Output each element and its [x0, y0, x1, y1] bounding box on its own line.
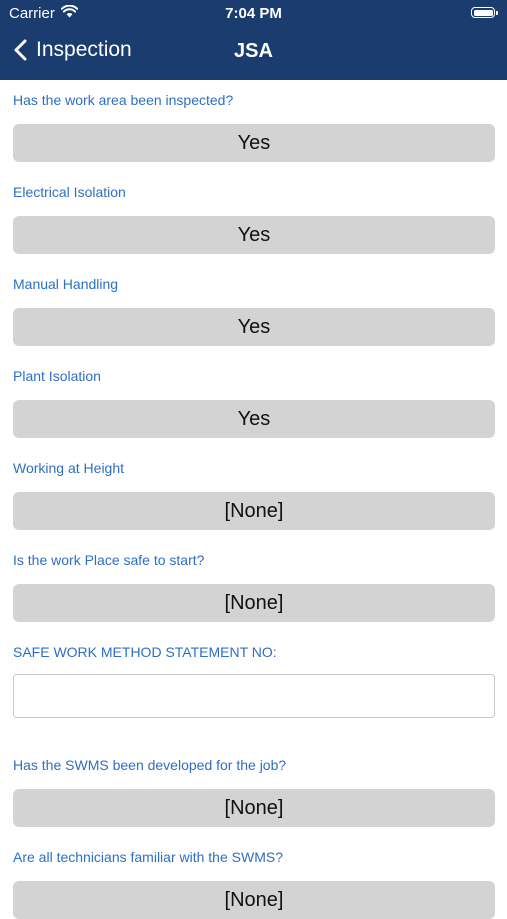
field-safe-to-start: Is the work Place safe to start? [None]	[13, 552, 495, 622]
field-swms-number: SAFE WORK METHOD STATEMENT NO:	[13, 644, 495, 718]
back-button[interactable]: Inspection	[14, 38, 132, 62]
manual-handling-select[interactable]: Yes	[13, 308, 495, 346]
field-manual-handling: Manual Handling Yes	[13, 276, 495, 346]
chevron-left-icon	[14, 39, 27, 61]
safe-to-start-select[interactable]: [None]	[13, 584, 495, 622]
status-bar: Carrier 7:04 PM	[0, 0, 507, 28]
plant-isolation-select[interactable]: Yes	[13, 400, 495, 438]
field-label: Has the work area been inspected?	[13, 92, 234, 108]
clock: 7:04 PM	[225, 5, 282, 22]
field-label: SAFE WORK METHOD STATEMENT NO:	[13, 644, 277, 660]
battery-icon	[471, 7, 498, 18]
technicians-familiar-select[interactable]: [None]	[13, 881, 495, 919]
field-label: Are all technicians familiar with the SW…	[13, 849, 283, 865]
field-label: Is the work Place safe to start?	[13, 552, 205, 568]
field-work-area-inspected: Has the work area been inspected? Yes	[13, 92, 495, 162]
field-label: Manual Handling	[13, 276, 119, 292]
navigation-header: Carrier 7:04 PM Inspection JSA	[0, 0, 507, 80]
field-label: Has the SWMS been developed for the job?	[13, 757, 287, 773]
field-plant-isolation: Plant Isolation Yes	[13, 368, 495, 438]
swms-number-input[interactable]	[13, 674, 495, 718]
electrical-isolation-select[interactable]: Yes	[13, 216, 495, 254]
field-working-at-height: Working at Height [None]	[13, 460, 495, 530]
field-swms-developed: Has the SWMS been developed for the job?…	[13, 757, 495, 827]
work-area-inspected-select[interactable]: Yes	[13, 124, 495, 162]
field-electrical-isolation: Electrical Isolation Yes	[13, 184, 495, 254]
field-label: Working at Height	[13, 460, 125, 476]
field-label: Electrical Isolation	[13, 184, 126, 200]
field-label: Plant Isolation	[13, 368, 101, 384]
swms-developed-select[interactable]: [None]	[13, 789, 495, 827]
working-at-height-select[interactable]: [None]	[13, 492, 495, 530]
back-label: Inspection	[36, 38, 132, 61]
field-technicians-familiar: Are all technicians familiar with the SW…	[13, 849, 495, 919]
